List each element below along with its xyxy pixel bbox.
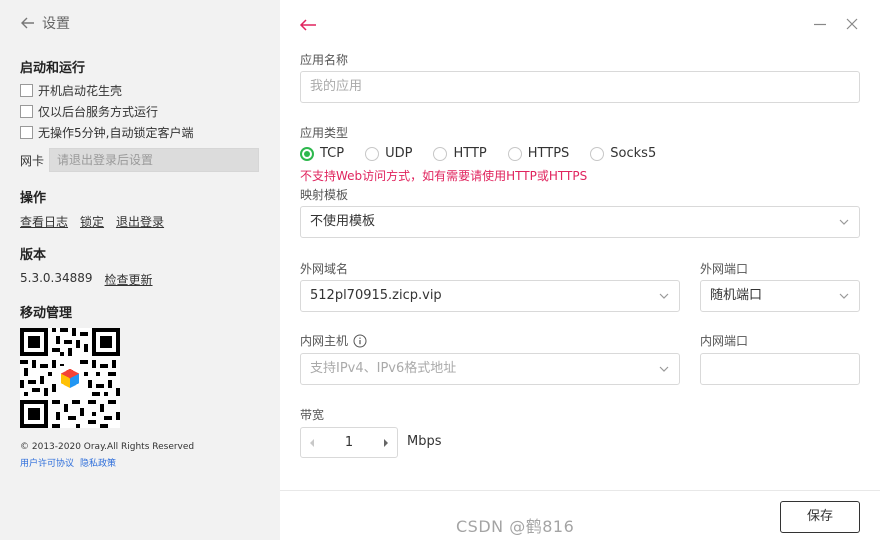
copyright-text: © 2013-2020 Oray.All Rights Reserved	[20, 442, 195, 452]
int-host-placeholder: 支持IPv4、IPv6格式地址	[310, 361, 457, 376]
lock-link[interactable]: 锁定	[80, 213, 104, 230]
radio-udp[interactable]: UDP	[365, 146, 412, 161]
int-port-label: 内网端口	[700, 334, 749, 348]
radio-button-selected[interactable]	[300, 146, 314, 161]
nic-field-disabled: 请退出登录后设置	[49, 148, 259, 172]
bandwidth-stepper[interactable]: 1	[300, 427, 398, 458]
app-type-radio-group: TCP UDP HTTP HTTPS Socks5	[300, 146, 677, 161]
template-select[interactable]: 不使用模板	[300, 206, 860, 238]
settings-title: 设置	[42, 16, 70, 32]
chevron-down-icon	[839, 293, 849, 299]
app-type-warning: 不支持Web访问方式，如有需要请使用HTTP或HTTPS	[300, 169, 588, 183]
operations-section-title: 操作	[20, 191, 47, 206]
int-port-input[interactable]	[700, 353, 860, 385]
nic-label: 网卡	[20, 153, 45, 168]
checkbox-box[interactable]	[20, 105, 33, 118]
bandwidth-value[interactable]: 1	[345, 435, 353, 450]
radio-button[interactable]	[365, 146, 380, 161]
radio-label: HTTPS	[527, 146, 570, 161]
operations-links: 查看日志 锁定 退出登录	[20, 213, 164, 230]
minimize-icon[interactable]	[812, 16, 828, 32]
app-type-label: 应用类型	[300, 126, 349, 140]
chevron-down-icon	[659, 366, 669, 372]
settings-header[interactable]: 设置	[20, 13, 70, 33]
decrement-icon[interactable]	[309, 438, 315, 447]
settings-sidebar: 设置 启动和运行 开机启动花生壳 仅以后台服务方式运行 无操作5分钟,自动锁定客…	[0, 0, 280, 540]
radio-button[interactable]	[507, 146, 522, 161]
ext-port-select-value: 随机端口	[710, 288, 763, 303]
version-section-title: 版本	[20, 248, 47, 263]
checkbox-autolock[interactable]: 无操作5分钟,自动锁定客户端	[20, 124, 193, 141]
checkbox-label: 无操作5分钟,自动锁定客户端	[38, 126, 194, 140]
version-number: 5.3.0.34889	[20, 271, 93, 285]
privacy-link[interactable]: 隐私政策	[80, 456, 116, 469]
radio-button[interactable]	[433, 146, 448, 161]
radio-button[interactable]	[590, 146, 605, 161]
footer-links: 用户许可协议 隐私政策	[20, 456, 116, 469]
checkbox-label: 开机启动花生壳	[38, 84, 123, 98]
app-name-label: 应用名称	[300, 53, 349, 67]
info-icon[interactable]	[353, 334, 367, 348]
mobile-section-title: 移动管理	[20, 306, 73, 321]
int-host-label-row: 内网主机	[300, 332, 367, 349]
template-label: 映射模板	[300, 188, 349, 202]
radio-http[interactable]: HTTP	[433, 146, 487, 161]
radio-tcp[interactable]: TCP	[300, 146, 344, 161]
bandwidth-label: 带宽	[300, 408, 325, 422]
back-arrow-icon[interactable]	[299, 17, 317, 33]
int-host-input[interactable]: 支持IPv4、IPv6格式地址	[300, 353, 680, 385]
back-arrow-icon[interactable]	[20, 15, 36, 31]
logout-link[interactable]: 退出登录	[116, 213, 164, 230]
radio-label: TCP	[320, 146, 345, 161]
nic-row: 网卡 请退出登录后设置	[20, 148, 259, 172]
license-link[interactable]: 用户许可协议	[20, 456, 74, 469]
domain-select-value: 512pl70915.zicp.vip	[310, 288, 442, 303]
radio-https[interactable]: HTTPS	[507, 146, 570, 161]
radio-label: HTTP	[453, 146, 487, 161]
checkbox-background-service[interactable]: 仅以后台服务方式运行	[20, 103, 158, 120]
checkbox-box[interactable]	[20, 126, 33, 139]
view-log-link[interactable]: 查看日志	[20, 213, 68, 230]
checkbox-label: 仅以后台服务方式运行	[38, 105, 159, 119]
checkbox-box[interactable]	[20, 84, 33, 97]
increment-icon[interactable]	[383, 438, 389, 447]
bandwidth-unit: Mbps	[407, 434, 442, 449]
radio-label: UDP	[385, 146, 413, 161]
ext-port-select[interactable]: 随机端口	[700, 280, 860, 312]
startup-section-title: 启动和运行	[20, 61, 86, 76]
chevron-down-icon	[839, 219, 849, 225]
check-update-link[interactable]: 检查更新	[105, 271, 153, 288]
template-select-value: 不使用模板	[310, 214, 376, 229]
app-name-input[interactable]: 我的应用	[300, 71, 860, 103]
close-icon[interactable]	[844, 16, 860, 32]
watermark: CSDN @鹤816	[456, 517, 575, 536]
radio-socks5[interactable]: Socks5	[590, 146, 656, 161]
radio-label: Socks5	[610, 146, 657, 161]
chevron-down-icon	[659, 293, 669, 299]
ext-port-label: 外网端口	[700, 262, 749, 276]
checkbox-autostart[interactable]: 开机启动花生壳	[20, 82, 122, 99]
int-host-label: 内网主机	[300, 334, 349, 348]
save-button[interactable]: 保存	[780, 501, 860, 533]
domain-select[interactable]: 512pl70915.zicp.vip	[300, 280, 680, 312]
qr-code-icon	[20, 328, 120, 428]
version-row: 5.3.0.34889 检查更新	[20, 271, 153, 288]
footer-divider	[280, 490, 880, 491]
domain-label: 外网域名	[300, 262, 349, 276]
mapping-form-panel: 应用名称 我的应用 应用类型 TCP UDP HTTP HTTPS Socks5…	[280, 0, 880, 540]
